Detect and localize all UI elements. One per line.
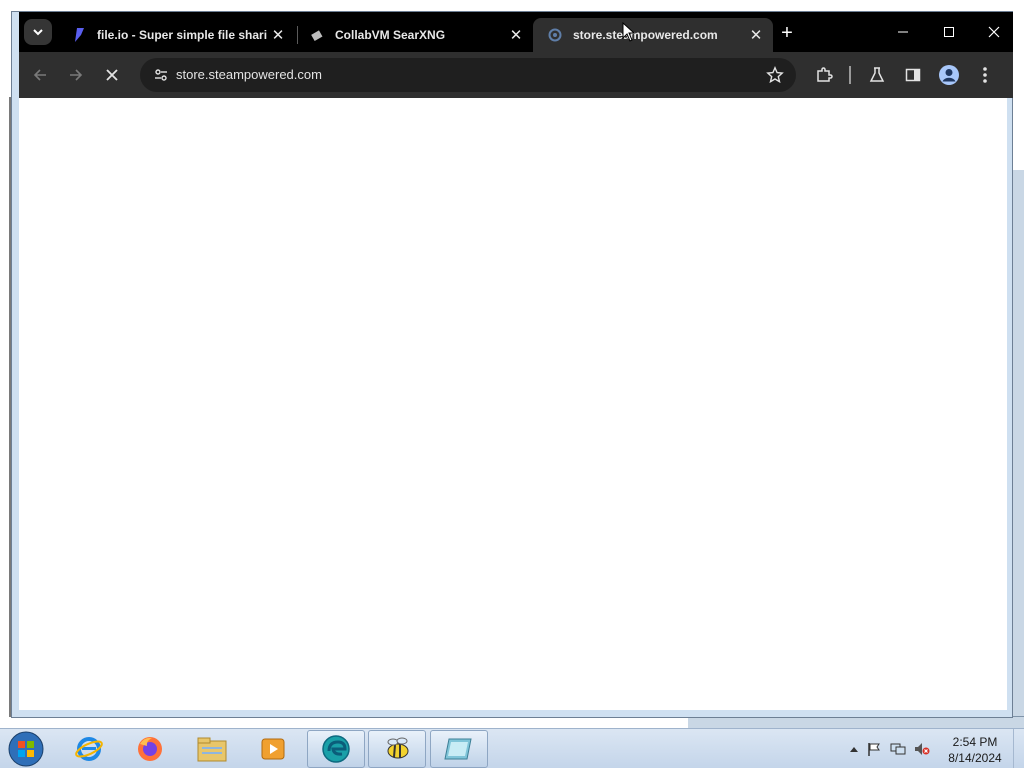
extensions-button[interactable]: [809, 60, 839, 90]
taskbar-file-explorer[interactable]: [183, 730, 241, 768]
side-panel-button[interactable]: [898, 60, 928, 90]
taskbar-edge[interactable]: [307, 730, 365, 768]
url-text: store.steampowered.com: [176, 67, 322, 82]
address-bar[interactable]: store.steampowered.com: [140, 58, 796, 92]
taskbar-bee-app[interactable]: [368, 730, 426, 768]
taskbar-firefox[interactable]: [121, 730, 179, 768]
labs-button[interactable]: [862, 60, 892, 90]
arrow-right-icon: [70, 69, 83, 81]
close-icon: [106, 69, 118, 81]
minimize-button[interactable]: [881, 16, 925, 48]
loading-globe-icon: [547, 27, 563, 43]
system-tray: 2:54 PM 8/14/2024: [840, 729, 1024, 768]
new-tab-button[interactable]: +: [774, 20, 800, 46]
browser-toolbar: store.steampowered.com: [19, 52, 1013, 98]
media-player-icon: [261, 738, 285, 760]
forward-button[interactable]: [61, 60, 91, 90]
maximize-button[interactable]: [927, 16, 971, 48]
internet-explorer-icon: [75, 737, 103, 761]
firefox-icon: [138, 737, 162, 761]
edge-icon: [322, 735, 350, 763]
show-desktop-button[interactable]: [1013, 729, 1024, 768]
clock-time: 2:54 PM: [952, 735, 998, 749]
taskbar-media-player[interactable]: [244, 730, 302, 768]
start-button[interactable]: [6, 731, 46, 767]
tab-title: store.steampowered.com: [573, 28, 718, 42]
toolbar-divider: [849, 66, 851, 84]
menu-button[interactable]: [970, 60, 1000, 90]
puzzle-piece-icon: [817, 67, 833, 82]
minimize-icon: [898, 31, 908, 33]
arrow-left-icon: [33, 69, 46, 81]
flask-icon: [869, 67, 885, 82]
volume-muted-icon[interactable]: [914, 741, 930, 757]
notepad-icon: [444, 738, 472, 760]
chevron-down-icon: [33, 29, 43, 36]
tab-searxng[interactable]: CollabVM SearXNG ✕: [295, 18, 533, 52]
chevron-up-icon: [850, 747, 858, 752]
profile-button[interactable]: [934, 60, 964, 90]
close-tab-icon[interactable]: ✕: [745, 24, 767, 46]
tab-title: file.io - Super simple file sharing: [97, 28, 267, 42]
maximize-icon: [944, 27, 954, 37]
clock-date: 8/14/2024: [948, 751, 1002, 765]
searxng-icon: [309, 27, 325, 43]
background-window-frame: [1012, 170, 1024, 728]
taskbar: 2:54 PM 8/14/2024: [0, 728, 1024, 768]
clock[interactable]: 2:54 PM 8/14/2024: [940, 734, 1010, 766]
tab-steam[interactable]: store.steampowered.com ✕: [533, 18, 773, 52]
tab-search-button[interactable]: [24, 19, 52, 45]
page-content[interactable]: [19, 98, 1007, 710]
stop-loading-button[interactable]: [97, 60, 127, 90]
fileio-icon: [71, 27, 87, 43]
side-panel-icon: [905, 68, 921, 82]
taskbar-notepad[interactable]: [430, 730, 488, 768]
close-icon: [988, 26, 1000, 38]
kebab-menu-icon: [983, 67, 987, 83]
close-window-button[interactable]: [972, 16, 1016, 48]
taskbar-internet-explorer[interactable]: [60, 730, 118, 768]
profile-avatar-icon: [939, 65, 959, 85]
close-tab-icon[interactable]: ✕: [505, 24, 527, 46]
action-center-icon[interactable]: [866, 741, 882, 757]
bee-app-icon: [387, 737, 409, 759]
site-info-icon[interactable]: [148, 62, 174, 88]
close-tab-icon[interactable]: ✕: [267, 24, 289, 46]
file-explorer-icon: [197, 737, 227, 762]
windows-logo-icon: [8, 731, 44, 767]
mouse-cursor-icon: [622, 22, 636, 42]
tab-fileio[interactable]: file.io - Super simple file sharing ✕: [57, 18, 295, 52]
plus-icon: +: [781, 21, 793, 44]
bookmark-star-icon[interactable]: [762, 62, 788, 88]
show-hidden-icons-button[interactable]: [846, 741, 862, 757]
tab-strip: file.io - Super simple file sharing ✕ Co…: [19, 12, 1013, 52]
back-button[interactable]: [25, 60, 55, 90]
browser-window: file.io - Super simple file sharing ✕ Co…: [11, 11, 1013, 718]
network-icon[interactable]: [890, 741, 906, 757]
tab-title: CollabVM SearXNG: [335, 28, 446, 42]
